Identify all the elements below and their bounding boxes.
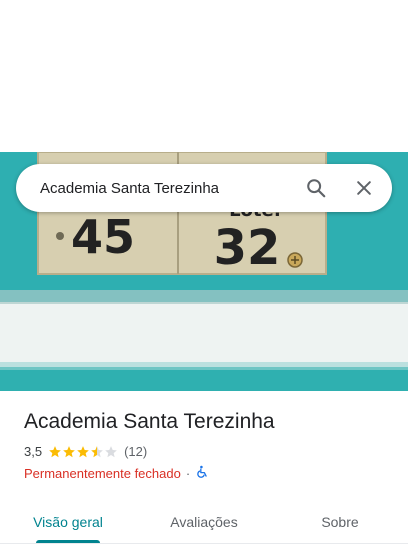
search-icon[interactable] xyxy=(296,168,336,208)
plate-number-left: 45 xyxy=(71,210,135,264)
close-icon[interactable] xyxy=(344,168,384,208)
rating-row[interactable]: 3,5 (12) xyxy=(24,444,147,459)
wheelchair-icon xyxy=(195,465,209,482)
star-empty-icon xyxy=(105,445,117,457)
review-count[interactable]: (12) xyxy=(124,444,147,459)
status-badge: Permanentemente fechado xyxy=(24,466,181,481)
plate-number-right: 32 xyxy=(214,220,281,276)
tab-reviews[interactable]: Avaliações xyxy=(136,499,272,544)
rating-value: 3,5 xyxy=(24,444,43,459)
place-tabs: Visão geral Avaliações Sobre xyxy=(0,499,408,544)
place-info-panel: Academia Santa Terezinha 3,5 (12) Perman… xyxy=(0,391,408,544)
map-blank-area xyxy=(0,0,408,152)
search-bar[interactable]: Academia Santa Terezinha xyxy=(16,164,392,212)
star-icon xyxy=(77,445,89,457)
star-icon xyxy=(63,445,75,457)
separator-dot: · xyxy=(185,466,191,481)
status-row: Permanentemente fechado · xyxy=(24,465,209,482)
tab-about[interactable]: Sobre xyxy=(272,499,408,544)
star-half-icon xyxy=(91,445,103,457)
tab-overview[interactable]: Visão geral xyxy=(0,499,136,544)
star-icon xyxy=(49,445,61,457)
rating-stars xyxy=(48,445,118,459)
place-title: Academia Santa Terezinha xyxy=(24,410,275,433)
search-input[interactable]: Academia Santa Terezinha xyxy=(40,180,296,197)
